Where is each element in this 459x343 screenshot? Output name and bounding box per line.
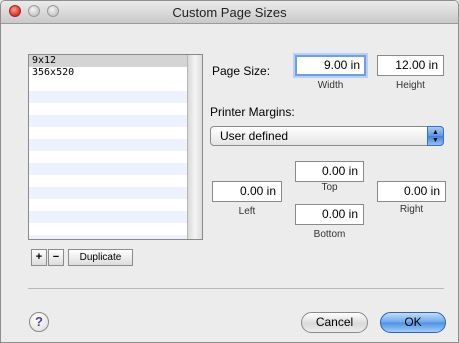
list-scrollbar[interactable] bbox=[187, 55, 202, 239]
list-item[interactable]: 9x12 bbox=[29, 55, 188, 67]
left-label: Left bbox=[238, 206, 256, 217]
page-width-field[interactable]: 9.00 in bbox=[295, 55, 366, 76]
margin-right-field[interactable]: 0.00 in bbox=[377, 181, 446, 202]
printer-margins-value: User defined bbox=[220, 129, 289, 143]
margin-top-field[interactable]: 0.00 in bbox=[295, 161, 364, 182]
list-rows: 9x12 356x520 bbox=[29, 55, 188, 239]
cancel-button[interactable]: Cancel bbox=[301, 312, 368, 333]
page-sizes-list[interactable]: 9x12 356x520 bbox=[28, 54, 203, 240]
printer-margins-popup[interactable]: User defined ▲ ▼ bbox=[210, 126, 444, 146]
title-bar: Custom Page Sizes bbox=[1, 1, 458, 24]
window-title: Custom Page Sizes bbox=[172, 5, 287, 20]
remove-size-button[interactable]: − bbox=[48, 249, 64, 266]
help-button[interactable]: ? bbox=[29, 312, 49, 332]
printer-margins-label: Printer Margins: bbox=[210, 105, 295, 119]
duplicate-button[interactable]: Duplicate bbox=[68, 249, 133, 266]
top-label: Top bbox=[321, 182, 338, 193]
bottom-label: Bottom bbox=[313, 229, 346, 240]
margin-left-field[interactable]: 0.00 in bbox=[212, 181, 282, 202]
right-label: Right bbox=[399, 204, 424, 215]
ok-button[interactable]: OK bbox=[380, 312, 446, 333]
page-size-label: Page Size: bbox=[212, 64, 271, 78]
popup-arrows-icon: ▲ ▼ bbox=[427, 126, 444, 146]
height-label: Height bbox=[396, 80, 425, 91]
margin-bottom-field[interactable]: 0.00 in bbox=[295, 204, 364, 225]
width-label: Width bbox=[317, 80, 344, 91]
footer-divider bbox=[28, 288, 444, 289]
add-size-button[interactable]: + bbox=[31, 249, 47, 266]
list-item[interactable]: 356x520 bbox=[29, 67, 188, 79]
page-height-field[interactable]: 12.00 in bbox=[377, 55, 444, 76]
custom-page-sizes-window: Custom Page Sizes 9x12 356x520 + − Dupli… bbox=[0, 0, 459, 343]
